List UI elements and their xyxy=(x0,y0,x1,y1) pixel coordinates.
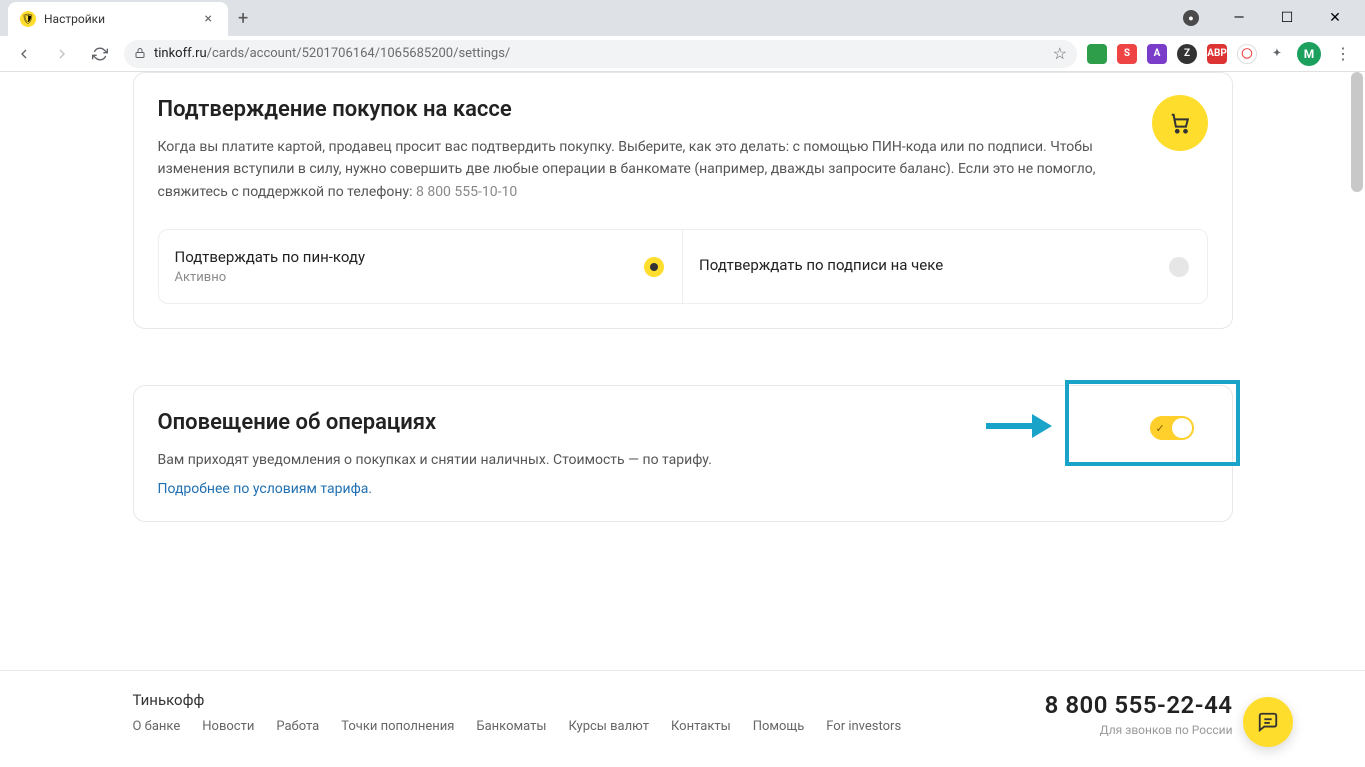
close-icon[interactable]: × xyxy=(201,11,216,27)
confirmation-options: Подтверждать по пин-коду Активно Подтвер… xyxy=(158,229,1208,304)
footer-phone-caption: Для звонков по России xyxy=(1045,723,1233,737)
notifications-toggle-wrap: ✓ xyxy=(1136,406,1208,450)
favicon-icon: 🛡 xyxy=(20,11,36,27)
chat-button[interactable] xyxy=(1243,697,1293,747)
footer-link[interactable]: О банке xyxy=(133,719,181,734)
footer-link[interactable]: Контакты xyxy=(671,719,731,734)
extension-icon[interactable]: A xyxy=(1147,44,1167,64)
card-title: Подтверждение покупок на кассе xyxy=(158,97,1208,122)
browser-toolbar: tinkoff.ru/cards/account/5201706164/1065… xyxy=(0,36,1365,72)
notifications-card: ✓ Оповещение об операциях Вам приходят у… xyxy=(133,385,1233,521)
tariff-link[interactable]: Подробнее по условиям тарифа. xyxy=(158,481,373,497)
incognito-icon: ● xyxy=(1169,3,1213,33)
toggle-knob xyxy=(1172,418,1192,438)
footer-link[interactable]: Курсы валют xyxy=(568,719,649,734)
check-icon: ✓ xyxy=(1156,422,1165,435)
footer-right: 8 800 555-22-44 Для звонков по России xyxy=(1045,691,1233,737)
notifications-toggle[interactable]: ✓ xyxy=(1150,416,1194,440)
footer-link[interactable]: Работа xyxy=(276,719,319,734)
forward-button[interactable] xyxy=(48,40,76,68)
extension-icon[interactable]: ABP xyxy=(1207,44,1227,64)
url-text: tinkoff.ru/cards/account/5201706164/1065… xyxy=(154,46,1045,61)
card-description: Вам приходят уведомления о покупках и сн… xyxy=(158,449,1118,471)
card-description: Когда вы платите картой, продавец просит… xyxy=(158,136,1118,203)
footer-link[interactable]: For investors xyxy=(826,719,901,734)
support-phone: 8 800 555-10-10 xyxy=(416,184,517,200)
cart-icon xyxy=(1152,95,1208,151)
footer-links: О банке Новости Работа Точки пополнения … xyxy=(133,719,902,734)
menu-icon[interactable]: ⋮ xyxy=(1331,44,1355,63)
footer-link[interactable]: Банкоматы xyxy=(476,719,546,734)
browser-tab[interactable]: 🛡 Настройки × xyxy=(8,2,228,36)
scrollbar[interactable] xyxy=(1351,72,1363,192)
extension-icon[interactable]: Z xyxy=(1177,44,1197,64)
purchase-confirmation-card: Подтверждение покупок на кассе Когда вы … xyxy=(133,72,1233,329)
tab-strip: 🛡 Настройки × + ● — ☐ ✕ xyxy=(0,0,1365,36)
footer-link[interactable]: Точки пополнения xyxy=(341,719,454,734)
window-controls: ● — ☐ ✕ xyxy=(1169,3,1365,33)
url-bar[interactable]: tinkoff.ru/cards/account/5201706164/1065… xyxy=(124,40,1077,68)
new-tab-button[interactable]: + xyxy=(228,8,258,29)
option-signature[interactable]: Подтверждать по подписи на чеке xyxy=(682,230,1207,303)
brand-name: Тинькофф xyxy=(133,691,902,709)
maximize-button[interactable]: ☐ xyxy=(1265,3,1309,33)
minimize-button[interactable]: — xyxy=(1217,3,1261,33)
extensions-puzzle-icon[interactable]: ✦ xyxy=(1267,44,1287,64)
bookmark-icon[interactable]: ☆ xyxy=(1053,44,1067,63)
lock-icon xyxy=(134,44,146,63)
profile-avatar[interactable]: M xyxy=(1297,42,1321,66)
footer-link[interactable]: Помощь xyxy=(753,719,805,734)
reload-button[interactable] xyxy=(86,40,114,68)
extension-icon[interactable] xyxy=(1087,44,1107,64)
footer-left: Тинькофф О банке Новости Работа Точки по… xyxy=(133,691,902,734)
back-button[interactable] xyxy=(10,40,38,68)
footer: Тинькофф О банке Новости Работа Точки по… xyxy=(0,670,1365,767)
browser-chrome: 🛡 Настройки × + ● — ☐ ✕ tinkoff.ru/cards… xyxy=(0,0,1365,72)
footer-link[interactable]: Новости xyxy=(202,719,254,734)
extension-icon[interactable]: ◯ xyxy=(1237,44,1257,64)
arrow-annotation xyxy=(982,406,1052,450)
extensions-row: S A Z ABP ◯ ✦ M ⋮ xyxy=(1087,42,1355,66)
option-pin[interactable]: Подтверждать по пин-коду Активно xyxy=(159,230,683,303)
close-window-button[interactable]: ✕ xyxy=(1313,3,1357,33)
radio-inactive-icon[interactable] xyxy=(1169,257,1189,277)
radio-active-icon[interactable] xyxy=(644,257,664,277)
extension-icon[interactable]: S xyxy=(1117,44,1137,64)
tab-title: Настройки xyxy=(44,12,201,26)
footer-phone: 8 800 555-22-44 xyxy=(1045,691,1233,719)
page-content: Подтверждение покупок на кассе Когда вы … xyxy=(0,72,1365,767)
